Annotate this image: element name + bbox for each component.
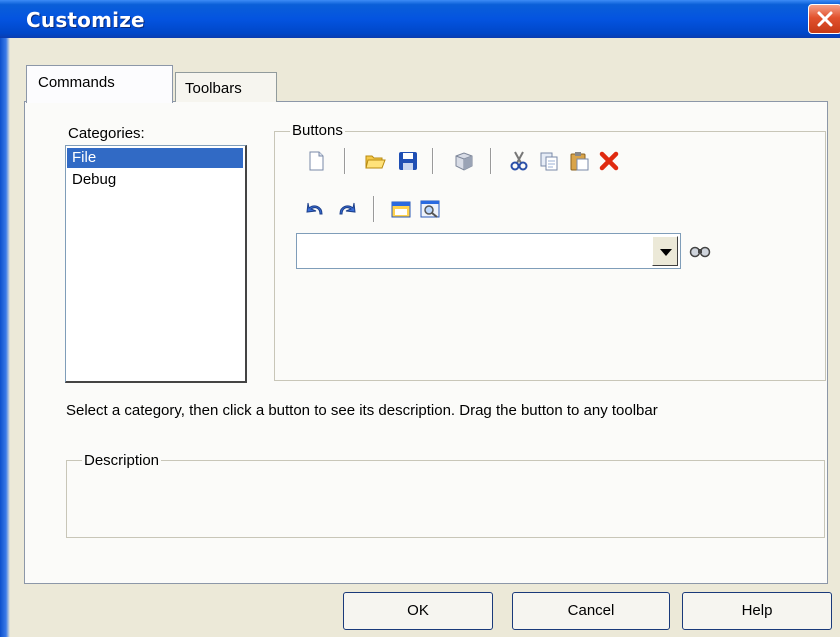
customize-dialog: Customize Commands Toolbars Categories: … [0,0,840,637]
categories-label: Categories: [68,125,145,142]
tab-commands-label: Commands [38,74,115,91]
close-button[interactable] [808,4,840,34]
undo-icon[interactable] [304,198,326,220]
dropdown-button[interactable] [652,236,678,266]
paste-icon[interactable] [568,150,590,172]
toolbar-separator [344,148,346,174]
copy-icon[interactable] [538,150,560,172]
window-icon[interactable] [390,198,412,220]
ok-button[interactable]: OK [343,592,493,630]
chevron-down-icon [660,249,672,256]
toolbar-separator [490,148,492,174]
close-icon [817,11,833,27]
redo-icon[interactable] [336,198,358,220]
toolbar-separator [432,148,434,174]
category-item-label: Debug [72,171,117,188]
button-group-combobox[interactable] [296,233,681,269]
tab-commands[interactable]: Commands [26,65,173,103]
dialog-title: Customize [26,8,145,32]
open-folder-icon[interactable] [364,150,386,172]
category-item-label: File [72,149,97,166]
help-text: Select a category, then click a button t… [66,402,658,419]
category-item-debug[interactable]: Debug [67,170,243,190]
cube-icon[interactable] [452,150,474,172]
tab-toolbars-label: Toolbars [185,80,242,97]
delete-icon[interactable] [598,150,620,172]
save-icon[interactable] [397,150,419,172]
cut-icon[interactable] [508,150,530,172]
binoculars-icon[interactable] [688,242,712,260]
description-groupbox [66,460,825,538]
buttons-group-label: Buttons [290,122,345,139]
category-item-file[interactable]: File [67,148,243,168]
help-button[interactable]: Help [682,592,832,630]
find-icon[interactable] [419,198,441,220]
cancel-button[interactable]: Cancel [512,592,670,630]
tab-toolbars[interactable]: Toolbars [175,72,277,102]
categories-list[interactable]: File Debug [65,145,247,383]
title-bar[interactable]: Customize [0,0,840,38]
toolbar-separator [373,196,375,222]
window-border [0,38,10,637]
new-icon[interactable] [305,150,327,172]
description-label: Description [82,452,162,469]
